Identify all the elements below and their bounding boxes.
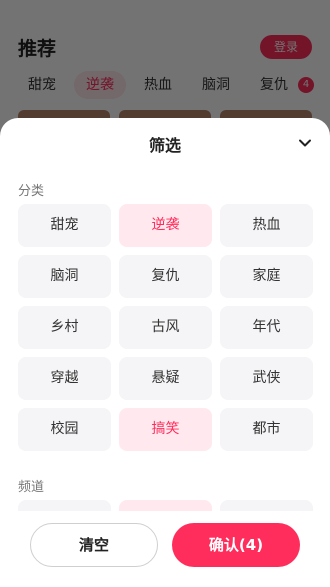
chip-nixi[interactable]: 逆袭 — [119, 204, 212, 247]
chip-xuanyi[interactable]: 悬疑 — [119, 357, 212, 400]
chevron-down-icon — [299, 139, 311, 147]
chip-fuchou[interactable]: 复仇 — [119, 255, 212, 298]
chip-chuanyue[interactable]: 穿越 — [18, 357, 111, 400]
chip-naodong[interactable]: 脑洞 — [18, 255, 111, 298]
category-section-title: 分类 — [18, 184, 45, 199]
confirm-button[interactable]: 确认(4) — [172, 523, 300, 567]
category-grid: 甜宠 逆袭 热血 脑洞 复仇 家庭 乡村 古风 年代 穿越 悬疑 武侠 校园 搞… — [18, 204, 313, 451]
clear-button[interactable]: 清空 — [30, 523, 158, 567]
sheet-footer: 清空 确认(4) — [0, 511, 330, 587]
filter-sheet: 筛选 分类 甜宠 逆袭 热血 脑洞 复仇 家庭 乡村 古风 年代 穿越 悬疑 武… — [0, 118, 330, 587]
chip-xiangcun[interactable]: 乡村 — [18, 306, 111, 349]
chip-tianchong[interactable]: 甜宠 — [18, 204, 111, 247]
chip-wuxia[interactable]: 武侠 — [220, 357, 313, 400]
chip-gufeng[interactable]: 古风 — [119, 306, 212, 349]
chip-gaoxiao[interactable]: 搞笑 — [119, 408, 212, 451]
chip-jiating[interactable]: 家庭 — [220, 255, 313, 298]
chip-xiaoyuan[interactable]: 校园 — [18, 408, 111, 451]
chip-niandai[interactable]: 年代 — [220, 306, 313, 349]
collapse-button[interactable] — [294, 132, 316, 154]
sheet-title: 筛选 — [148, 136, 181, 155]
chip-rexue[interactable]: 热血 — [220, 204, 313, 247]
channel-section-title: 频道 — [18, 480, 45, 495]
chip-dushi[interactable]: 都市 — [220, 408, 313, 451]
